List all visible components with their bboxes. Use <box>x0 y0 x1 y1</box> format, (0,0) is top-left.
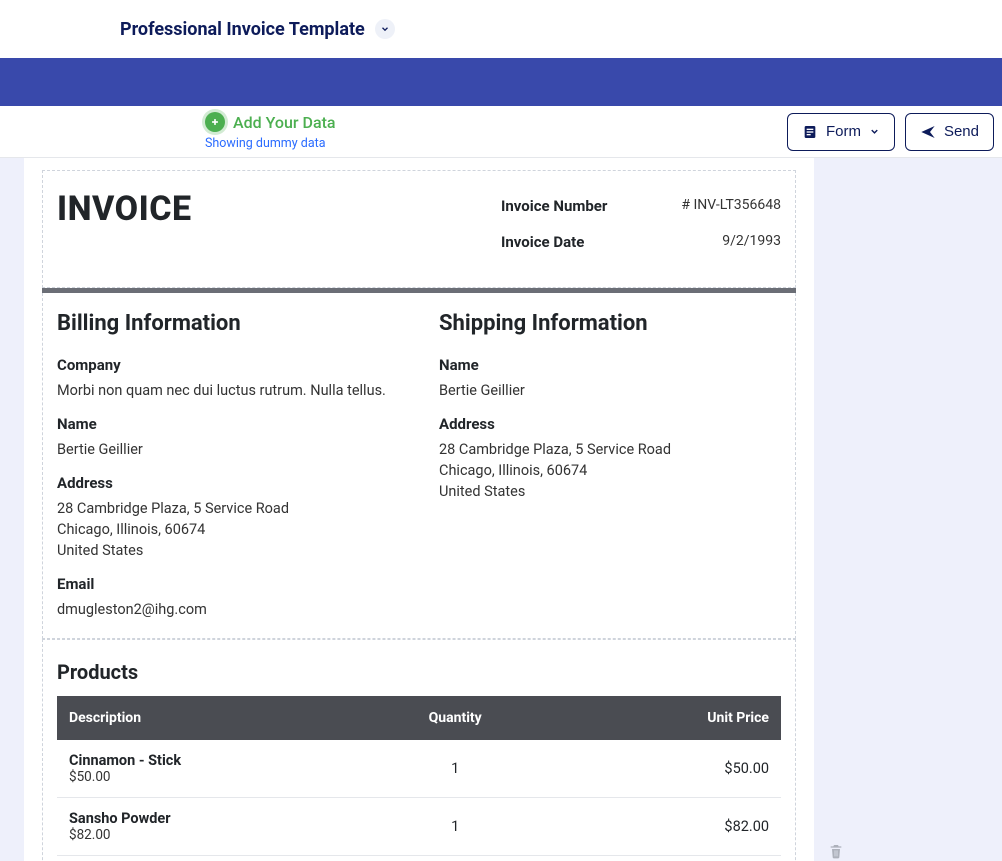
invoice-meta: Invoice Number # INV-LT356648 Invoice Da… <box>501 197 781 269</box>
invoice-page: INVOICE Invoice Number # INV-LT356648 In… <box>24 158 814 861</box>
trash-icon <box>828 842 844 860</box>
shipping-name-label: Name <box>439 356 781 374</box>
invoice-date-label: Invoice Date <box>501 233 584 251</box>
invoice-date-value: 9/2/1993 <box>722 233 781 251</box>
form-button[interactable]: Form <box>787 113 895 151</box>
products-table: Description Quantity Unit Price Cinnamon… <box>57 696 781 856</box>
shipping-heading: Shipping Information <box>439 311 781 336</box>
products-heading: Products <box>57 660 781 684</box>
template-dropdown[interactable] <box>375 19 395 39</box>
delete-button[interactable] <box>828 842 844 861</box>
chevron-down-icon <box>869 126 880 137</box>
table-row: Cinnamon - Stick $50.00 1 $50.00 <box>57 740 781 798</box>
products-section[interactable]: Products Description Quantity Unit Price… <box>42 639 796 861</box>
invoice-title: INVOICE <box>57 189 192 229</box>
invoice-header-section[interactable]: INVOICE Invoice Number # INV-LT356648 In… <box>42 170 796 288</box>
invoice-number-label: Invoice Number <box>501 197 607 215</box>
billing-email-value: dmugleston2@ihg.com <box>57 599 399 620</box>
canvas: INVOICE Invoice Number # INV-LT356648 In… <box>0 158 1002 861</box>
billing-heading: Billing Information <box>57 311 399 336</box>
shipping-name-value: Bertie Geillier <box>439 380 781 401</box>
toolbar: Add Your Data Showing dummy data Form Se… <box>0 106 1002 158</box>
table-row: Sansho Powder $82.00 1 $82.00 <box>57 798 781 856</box>
chevron-down-icon <box>380 24 390 34</box>
billing-company-value: Morbi non quam nec dui luctus rutrum. Nu… <box>57 380 399 401</box>
product-name: Sansho Powder <box>69 810 371 827</box>
invoice-number-value: # INV-LT356648 <box>681 197 781 215</box>
plus-icon <box>205 112 225 132</box>
billing-name-label: Name <box>57 415 399 433</box>
product-qty: 1 <box>383 798 528 856</box>
product-sub: $50.00 <box>69 769 371 785</box>
blue-banner <box>0 58 1002 106</box>
top-bar: Professional Invoice Template <box>0 0 1002 58</box>
product-sub: $82.00 <box>69 827 371 843</box>
shipping-address-label: Address <box>439 415 781 433</box>
billing-name-value: Bertie Geillier <box>57 439 399 460</box>
billing-email-label: Email <box>57 575 399 593</box>
billing-address-value: 28 Cambridge Plaza, 5 Service Road Chica… <box>57 498 399 561</box>
send-icon <box>920 124 936 140</box>
form-icon <box>802 124 818 140</box>
col-description: Description <box>57 696 383 740</box>
col-quantity: Quantity <box>383 696 528 740</box>
send-button-label: Send <box>944 123 979 140</box>
billing-column: Billing Information Company Morbi non qu… <box>57 311 399 620</box>
dummy-data-link[interactable]: Showing dummy data <box>205 136 336 151</box>
product-price: $82.00 <box>528 798 781 856</box>
shipping-address-value: 28 Cambridge Plaza, 5 Service Road Chica… <box>439 439 781 502</box>
billing-company-label: Company <box>57 356 399 374</box>
shipping-column: Shipping Information Name Bertie Geillie… <box>439 311 781 620</box>
col-unit-price: Unit Price <box>528 696 781 740</box>
add-data-control[interactable]: Add Your Data Showing dummy data <box>205 112 336 151</box>
product-name: Cinnamon - Stick <box>69 752 371 769</box>
info-section[interactable]: Billing Information Company Morbi non qu… <box>42 293 796 639</box>
template-title: Professional Invoice Template <box>120 19 365 40</box>
product-qty: 1 <box>383 740 528 798</box>
product-price: $50.00 <box>528 740 781 798</box>
send-button[interactable]: Send <box>905 113 994 151</box>
billing-address-label: Address <box>57 474 399 492</box>
add-data-label: Add Your Data <box>233 113 336 132</box>
form-button-label: Form <box>826 123 861 140</box>
